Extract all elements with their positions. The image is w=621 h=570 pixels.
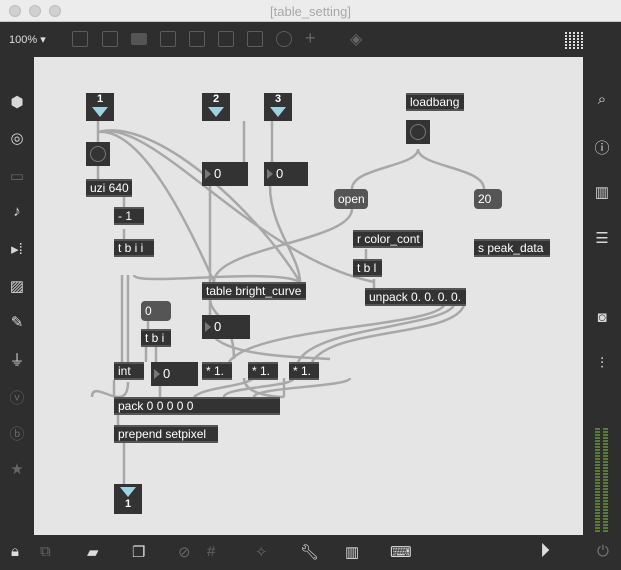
- meter-right: [603, 427, 608, 532]
- number-box[interactable]: 0: [264, 162, 308, 186]
- bang-button[interactable]: [86, 142, 110, 166]
- comment-bubble-icon[interactable]: ▰: [87, 543, 99, 561]
- left-sidebar: ⬢ ◎ ▭ ♪ ▸⁞ ▨ ✎ ⏚ ⓥ ⓑ ★: [0, 57, 34, 535]
- trigger-tbl-object[interactable]: t b l: [353, 259, 382, 277]
- patcher-canvas[interactable]: 1 2 3 uzi 640 - 1 t b i i 0 0 loadbang o…: [34, 57, 583, 535]
- inlet-3[interactable]: 3: [264, 93, 292, 121]
- list-icon[interactable]: ☰: [585, 229, 619, 247]
- beap-icon[interactable]: ⓑ: [0, 423, 34, 444]
- star-icon[interactable]: ★: [0, 460, 34, 478]
- wrench-icon[interactable]: 🔧︎: [300, 543, 319, 561]
- playlist-icon[interactable]: ▸⁞: [0, 240, 34, 258]
- music-note-icon[interactable]: ♪: [0, 203, 34, 220]
- paint-bucket-icon[interactable]: ◈: [350, 29, 362, 49]
- bottom-toolbar: 🔒︎ ⧉ ▰ ❐ ⊘ # ✧ 🔧︎ ▥ ⌨ ⏵ ⏻: [0, 535, 621, 570]
- zero-message[interactable]: 0: [141, 301, 171, 321]
- number-box[interactable]: 0: [151, 362, 198, 386]
- book-icon[interactable]: ▥: [585, 183, 619, 201]
- grid-icon[interactable]: [565, 31, 585, 49]
- vizzie-icon[interactable]: ⓥ: [0, 387, 34, 408]
- inlet-arrow-icon: [92, 107, 108, 117]
- zoom-menu[interactable]: 100% ▾: [9, 33, 46, 46]
- inlet-number: 2: [212, 93, 220, 105]
- table-object[interactable]: table bright_curve: [202, 282, 306, 300]
- piano-icon[interactable]: ▥: [345, 543, 359, 561]
- outlet-1[interactable]: 1: [114, 484, 142, 514]
- twenty-message[interactable]: 20: [474, 189, 502, 209]
- receive-object[interactable]: r color_cont: [353, 230, 423, 248]
- keyboard-icon[interactable]: ⌨: [390, 543, 412, 561]
- plug-icon[interactable]: ⏚: [0, 349, 34, 370]
- meter-left: [595, 427, 600, 532]
- play-icon[interactable]: ⏵: [540, 540, 550, 563]
- pack-object[interactable]: pack 0 0 0 0 0: [114, 397, 280, 415]
- zoom-level: 100%: [9, 34, 38, 46]
- number-box[interactable]: 0: [202, 162, 248, 186]
- trigger-tbi-object[interactable]: t b i: [141, 329, 171, 347]
- int-object[interactable]: int: [114, 362, 144, 380]
- unpack-object[interactable]: unpack 0. 0. 0. 0.: [365, 288, 466, 306]
- paperclip-icon[interactable]: ✎: [0, 313, 34, 331]
- mixer-icon[interactable]: ⫶: [585, 355, 619, 372]
- inlet-arrow-icon: [208, 107, 224, 117]
- inlet-2[interactable]: 2: [202, 93, 230, 121]
- presentation-icon[interactable]: ⧉: [40, 543, 51, 560]
- image-icon[interactable]: ▨: [0, 277, 34, 295]
- window-title: [table_setting]: [270, 4, 351, 19]
- comment-icon[interactable]: [131, 33, 147, 45]
- grid-toggle-icon[interactable]: #: [207, 543, 215, 560]
- inlet-arrow-icon: [270, 107, 286, 117]
- patch-cords: [90, 120, 486, 485]
- slider-icon[interactable]: [247, 31, 263, 47]
- loadbang-object[interactable]: loadbang: [406, 93, 464, 111]
- uzi-object[interactable]: uzi 640: [86, 179, 132, 197]
- add-icon[interactable]: +: [305, 28, 316, 49]
- lock-icon[interactable]: 🔒︎: [11, 543, 19, 560]
- dial-icon[interactable]: [276, 31, 292, 47]
- search-icon[interactable]: ⌕: [585, 91, 619, 108]
- number-icon[interactable]: [218, 31, 234, 47]
- power-icon[interactable]: ⏻: [597, 543, 609, 560]
- inlet-1[interactable]: 1: [86, 93, 114, 121]
- multiply-object[interactable]: * 1.: [202, 362, 232, 380]
- object-icon[interactable]: [72, 31, 88, 47]
- bus-icon[interactable]: ▭: [0, 167, 34, 185]
- inlet-number: 3: [274, 93, 282, 105]
- outlet-arrow-icon: [120, 487, 136, 497]
- camera-icon[interactable]: ◙: [585, 309, 619, 326]
- title-bar: [table_setting]: [0, 0, 621, 22]
- target-icon[interactable]: ◎: [0, 129, 34, 147]
- bang-button[interactable]: [406, 120, 430, 144]
- multiply-object[interactable]: * 1.: [289, 362, 319, 380]
- mute-icon[interactable]: ⊘: [178, 543, 191, 561]
- windows-icon[interactable]: ❐: [132, 543, 145, 561]
- inlet-number: 1: [96, 93, 104, 105]
- send-object[interactable]: s peak_data: [474, 239, 550, 257]
- button-icon[interactable]: [189, 31, 205, 47]
- number-box[interactable]: 0: [202, 315, 250, 339]
- multiply-object[interactable]: * 1.: [248, 362, 278, 380]
- toggle-icon[interactable]: [160, 31, 176, 47]
- prepend-object[interactable]: prepend setpixel: [114, 425, 218, 443]
- message-icon[interactable]: [102, 31, 118, 47]
- cube-icon[interactable]: ⬢: [0, 93, 34, 111]
- snap-icon[interactable]: ✧: [255, 543, 268, 561]
- right-sidebar: ⌕ ⓘ ▥ ☰ ◙ ⫶: [583, 57, 621, 535]
- info-icon[interactable]: ⓘ: [585, 137, 619, 158]
- trigger-tbii-object[interactable]: t b i i: [114, 239, 154, 257]
- toolbar: 100% ▾ + ◈: [0, 22, 621, 57]
- minus-object[interactable]: - 1: [114, 207, 144, 225]
- open-message[interactable]: open: [334, 189, 368, 209]
